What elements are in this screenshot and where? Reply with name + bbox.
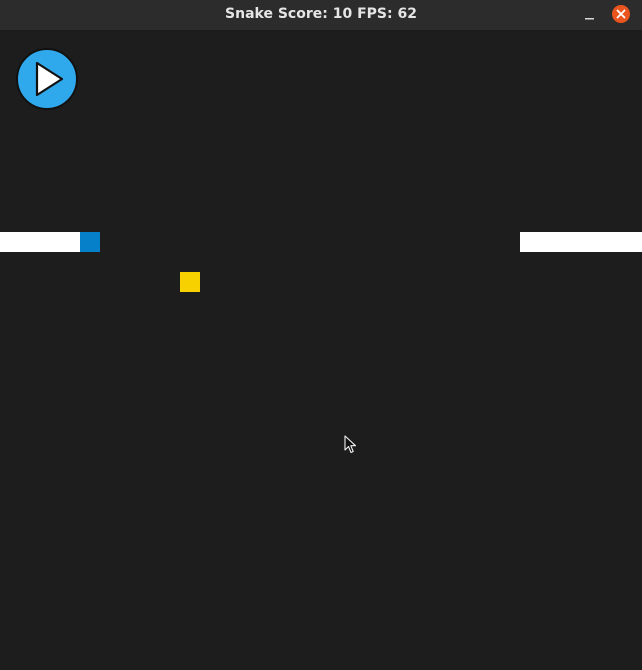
title-bar[interactable]: Snake Score: 10 FPS: 62 <box>0 0 642 31</box>
mouse-pointer-icon <box>344 435 357 454</box>
close-icon[interactable] <box>611 4 631 24</box>
food-pellet <box>180 272 200 292</box>
game-board[interactable] <box>0 31 642 670</box>
window-title: Snake Score: 10 FPS: 62 <box>225 6 417 22</box>
minimize-icon[interactable] <box>580 5 600 25</box>
snake-body-left <box>0 232 80 252</box>
snake-head <box>80 232 100 252</box>
game-window: Snake Score: 10 FPS: 62 <box>0 0 642 670</box>
snake-body-right <box>520 232 642 252</box>
play-icon[interactable] <box>15 47 79 111</box>
